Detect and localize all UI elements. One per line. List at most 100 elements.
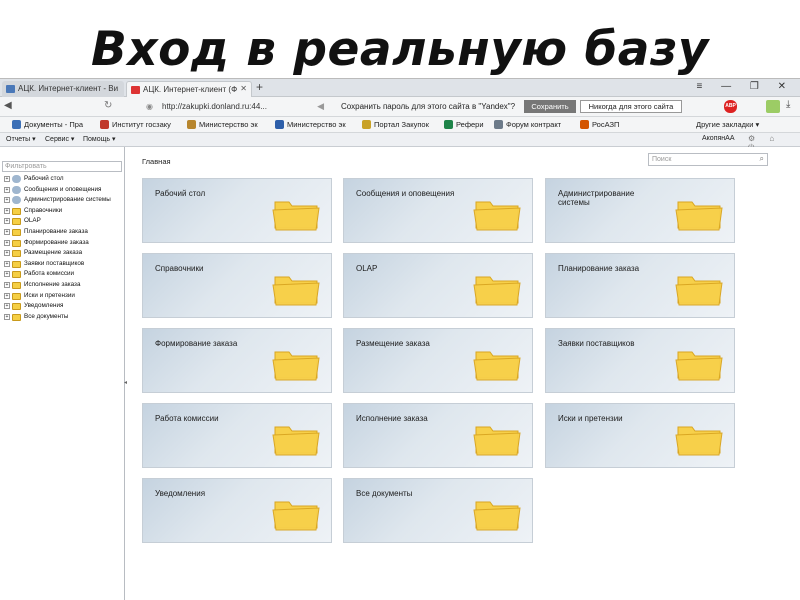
url-field[interactable]: ◉ http://zakupki.donland.ru:44... ◀ [144, 100, 324, 114]
extension-icon[interactable] [766, 100, 780, 113]
tree-item[interactable]: + Справочники [2, 206, 124, 217]
close-tab-icon[interactable]: ✕ [240, 84, 247, 93]
tile-label: OLAP [356, 264, 378, 273]
tree-item[interactable]: + Рабочий стол [2, 174, 124, 185]
bookmark-item[interactable]: Рефери [444, 120, 484, 129]
bookmark-item[interactable]: Документы - Пра [12, 120, 83, 129]
bookmark-item[interactable]: Портал Закупок [362, 120, 429, 129]
module-tile[interactable]: Исполнение заказа [343, 403, 533, 468]
expand-icon[interactable]: + [4, 260, 10, 267]
bookmark-favicon-icon [100, 120, 109, 129]
never-save-button[interactable]: Никогда для этого сайта [580, 100, 682, 113]
expand-icon[interactable]: + [4, 271, 10, 278]
bookmark-favicon-icon [275, 120, 284, 129]
folder-icon [271, 271, 321, 307]
module-tile[interactable]: Работа комиссии [142, 403, 332, 468]
expand-icon[interactable]: + [4, 239, 10, 246]
tree-item[interactable]: + Уведомления [2, 301, 124, 312]
bookmark-item[interactable]: Министерство эк [275, 120, 346, 129]
module-tile[interactable]: Все документы [343, 478, 533, 543]
site-favicon-icon [6, 85, 15, 93]
expand-icon[interactable]: + [4, 303, 10, 310]
expand-icon[interactable]: + [4, 176, 10, 182]
expand-icon[interactable]: + [4, 207, 10, 214]
filter-input[interactable]: Фильтровать [2, 161, 122, 172]
breadcrumb: Главная [142, 157, 171, 166]
folder-icon [674, 271, 724, 307]
adblock-icon[interactable]: ABP [724, 100, 737, 113]
expand-icon[interactable]: + [4, 186, 10, 193]
tree-item[interactable]: + Планирование заказа [2, 227, 124, 238]
expand-icon[interactable]: + [4, 218, 10, 225]
expand-icon[interactable]: + [4, 292, 10, 299]
module-tile[interactable]: Справочники [142, 253, 332, 318]
bookmark-item[interactable]: Министерство эк [187, 120, 258, 129]
browser-window: АЦК. Интернет-клиент - Ви АЦК. Интернет-… [0, 78, 800, 600]
module-tile[interactable]: Размещение заказа [343, 328, 533, 393]
expand-icon[interactable]: + [4, 197, 10, 204]
menu-reports[interactable]: Отчеты ▾ [6, 135, 36, 143]
tree-item[interactable]: + Размещение заказа [2, 248, 124, 259]
window-controls[interactable]: ≡ — ❐ ✕ [696, 81, 794, 92]
browser-tab-1[interactable]: АЦК. Интернет-клиент - Ви [2, 81, 124, 97]
address-bar: ◀ ↻ ◉ http://zakupki.donland.ru:44... ◀ … [0, 97, 800, 117]
new-tab-button[interactable]: + [256, 80, 263, 94]
tree-item[interactable]: + OLAP [2, 216, 124, 227]
folder-icon [12, 207, 21, 215]
tree-item[interactable]: + Иски и претензии [2, 291, 124, 302]
other-bookmarks-button[interactable]: Другие закладки ▾ [696, 120, 759, 129]
tree-item[interactable]: + Работа комиссии [2, 269, 124, 280]
module-tile[interactable]: Заявки поставщиков [545, 328, 735, 393]
bookmark-label: Портал Закупок [374, 120, 429, 129]
tab-label: АЦК. Интернет-клиент (Ф [143, 85, 238, 94]
tree-item[interactable]: + Все документы [2, 312, 124, 323]
module-tile[interactable]: Формирование заказа [142, 328, 332, 393]
bookmark-label: Министерство эк [287, 120, 346, 129]
tree-item[interactable]: + Администрирование системы [2, 195, 124, 206]
module-tile[interactable]: Сообщения и оповещения [343, 178, 533, 243]
folder-icon [472, 496, 522, 532]
panel-splitter[interactable]: ◂ [124, 379, 127, 386]
folder-icon [271, 346, 321, 382]
module-tile[interactable]: Иски и претензии [545, 403, 735, 468]
module-tile[interactable]: Администрирование системы [545, 178, 735, 243]
back-arrow-icon[interactable]: ◀ [4, 100, 12, 111]
module-tile[interactable]: Уведомления [142, 478, 332, 543]
tree-item[interactable]: + Исполнение заказа [2, 280, 124, 291]
bookmark-label: РосАЗП [592, 120, 620, 129]
expand-icon[interactable]: + [4, 281, 10, 288]
tree-item-label: Сообщения и оповещения [24, 185, 102, 193]
bookmark-item[interactable]: Форум контракт [494, 120, 561, 129]
expand-icon[interactable]: + [4, 228, 10, 235]
tree-item[interactable]: + Формирование заказа [2, 238, 124, 249]
bookmark-star-icon[interactable]: ◀ [317, 101, 324, 112]
expand-icon[interactable]: + [4, 313, 10, 320]
browser-tab-2[interactable]: АЦК. Интернет-клиент (Ф ✕ [126, 81, 252, 97]
bookmark-favicon-icon [580, 120, 589, 129]
module-tile[interactable]: Планирование заказа [545, 253, 735, 318]
search-input[interactable]: Поиск ⌕ [648, 153, 768, 166]
tree-item-label: Все документы [24, 312, 69, 320]
app-menu-bar: Отчеты ▾ Сервис ▾ Помощь ▾ АкопянАА ⚙ ⌂ … [0, 133, 800, 152]
folder-icon [674, 421, 724, 457]
tree-item-label: Иски и претензии [24, 291, 75, 299]
reload-icon[interactable]: ↻ [104, 100, 112, 111]
menu-help[interactable]: Помощь ▾ [83, 135, 116, 143]
search-icon[interactable]: ⌕ [760, 154, 764, 164]
module-tile[interactable]: Рабочий стол [142, 178, 332, 243]
menu-service[interactable]: Сервис ▾ [45, 135, 74, 143]
bookmark-item[interactable]: РосАЗП [580, 120, 619, 129]
desk-icon [12, 175, 21, 183]
save-password-button[interactable]: Сохранить [524, 100, 576, 113]
module-tile[interactable]: OLAP [343, 253, 533, 318]
tree-item[interactable]: + Сообщения и оповещения [2, 185, 124, 196]
main-area: Главная Поиск ⌕ Рабочий стол Сообщения и … [130, 147, 800, 600]
download-icon[interactable]: ⤓ [786, 99, 790, 110]
bookmark-item[interactable]: Институт госзаку [100, 120, 171, 129]
expand-icon[interactable]: + [4, 250, 10, 257]
password-prompt: Сохранить пароль для этого сайта в "Yand… [341, 102, 516, 111]
tile-label: Заявки поставщиков [558, 339, 635, 348]
globe-icon: ◉ [146, 102, 153, 111]
folder-icon [674, 346, 724, 382]
tree-item[interactable]: + Заявки поставщиков [2, 259, 124, 270]
